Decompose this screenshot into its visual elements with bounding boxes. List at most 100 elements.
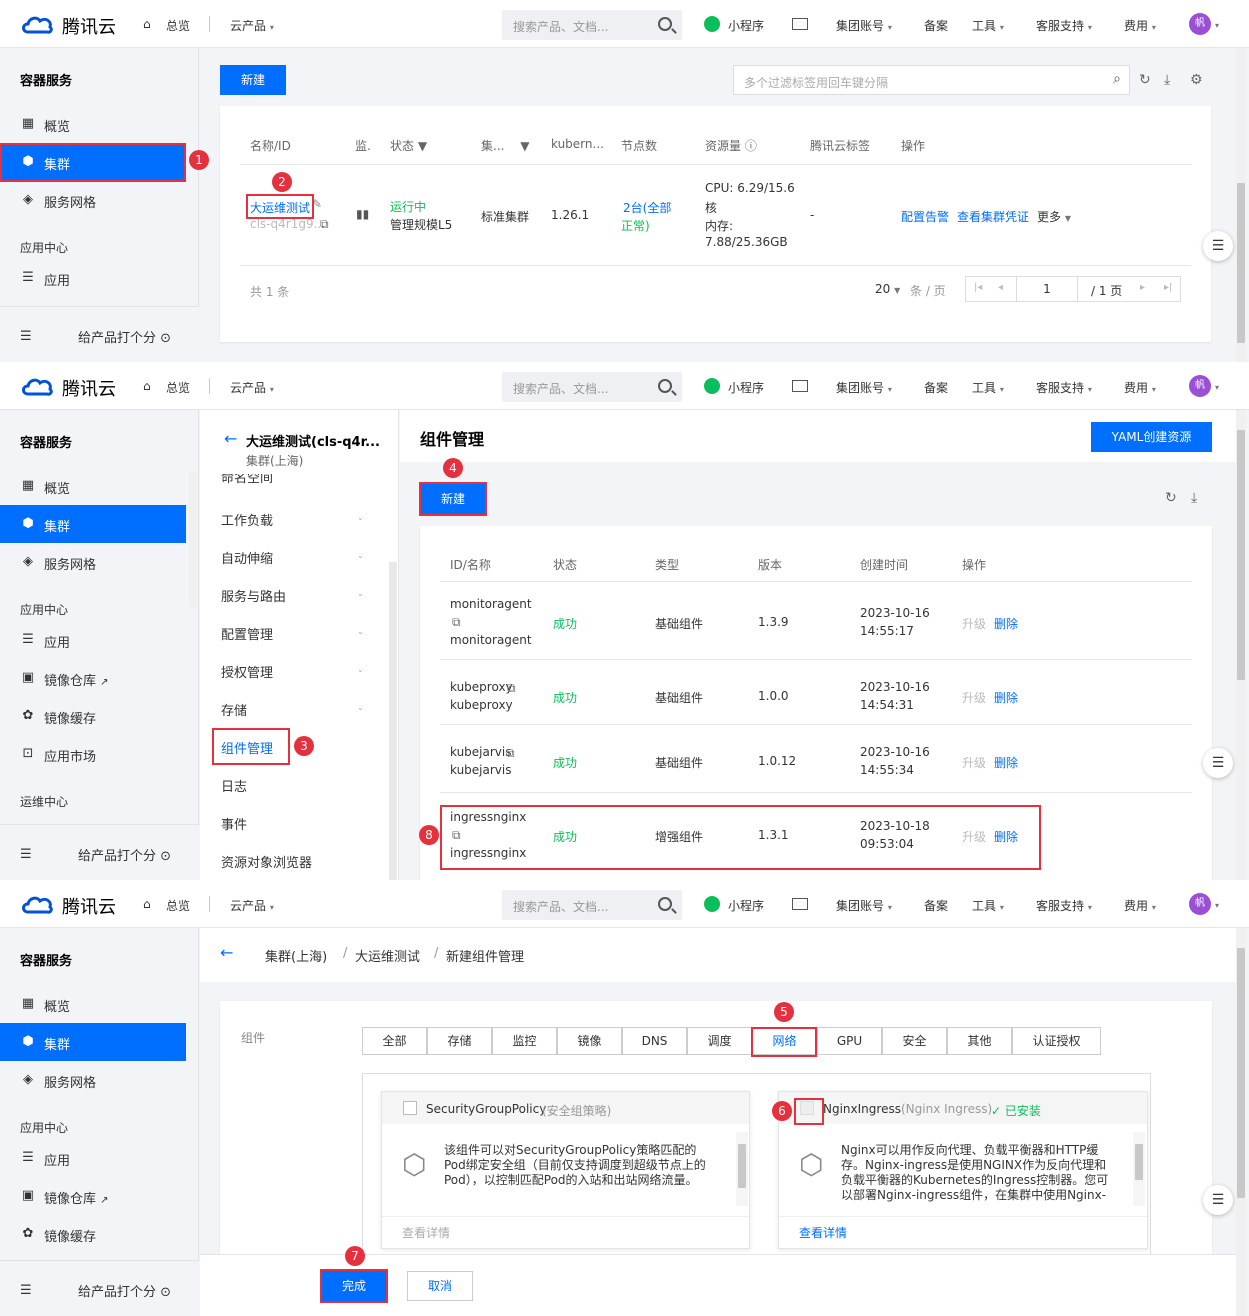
tab-storage[interactable]: 存储 [427, 1027, 492, 1055]
global-search-input[interactable]: 搜索产品、文档... [502, 372, 682, 402]
tab-dns[interactable]: DNS [622, 1027, 687, 1055]
sidebar-item-cluster[interactable]: ⬢ 集群 [0, 1023, 186, 1061]
scrollbar-thumb[interactable] [1237, 430, 1245, 680]
scrollbar-thumb[interactable] [1237, 948, 1245, 1198]
search-icon[interactable] [658, 17, 672, 31]
sidebar-item-overview[interactable]: ▦ 概览 [0, 985, 186, 1023]
sidebar-item-market[interactable]: ⊡ 应用市场 [0, 735, 186, 773]
col-header[interactable]: 状态 ▼ [390, 137, 427, 154]
sidebar-item-registry[interactable]: ▣ 镜像仓库 ↗ [0, 1177, 186, 1215]
scrollbar-thumb[interactable] [1237, 183, 1245, 343]
global-search-input[interactable]: 搜索产品、文档... [502, 10, 682, 40]
prev-page-icon[interactable]: ◂ [998, 282, 1003, 293]
sidebar-item-app[interactable]: ☰ 应用 [0, 1139, 186, 1177]
page-input[interactable]: 1 [1016, 277, 1078, 301]
back-arrow-icon[interactable]: ← [220, 943, 233, 962]
sidebar-item-registry[interactable]: ▣ 镜像仓库 ↗ [0, 659, 186, 697]
sidebar-item-mesh[interactable]: ◈ 服务网格 [0, 543, 186, 581]
collapse-menu-icon[interactable]: ☰ [20, 847, 32, 862]
nav-tools[interactable]: 工具 ▾ [972, 379, 1004, 396]
tab-security[interactable]: 安全 [882, 1027, 947, 1055]
feedback-link[interactable]: 给产品打个分 ⊙ [78, 845, 171, 864]
nav-miniapp[interactable]: 小程序 [728, 897, 764, 914]
download-icon[interactable]: ⤓ [1191, 490, 1197, 506]
sidebar-item-overview[interactable]: ▦ 概览 [0, 467, 186, 505]
search-icon[interactable]: ⌕ [1113, 71, 1121, 87]
view-credential-link[interactable]: 查看集群凭证 [957, 208, 1029, 225]
col-header[interactable]: 集... ▼ [481, 137, 530, 154]
tencent-cloud-logo-icon[interactable] [20, 12, 54, 36]
copy-icon[interactable]: ⧉ [452, 615, 461, 630]
sub-nav-scrollbar[interactable] [389, 562, 397, 880]
nav-miniapp[interactable]: 小程序 [728, 379, 764, 396]
delete-button[interactable]: 删除 [994, 615, 1018, 632]
float-menu-icon[interactable]: ☰ [1203, 1185, 1233, 1215]
sub-nav-item-authz[interactable]: 授权管理 [221, 662, 273, 681]
yaml-create-button[interactable]: YAML创建资源 [1091, 422, 1212, 452]
tab-schedule[interactable]: 调度 [687, 1027, 752, 1055]
info-icon[interactable]: ⓘ [745, 139, 757, 153]
avatar[interactable]: 帆 [1189, 375, 1211, 397]
tab-monitor[interactable]: 监控 [492, 1027, 557, 1055]
nav-overview[interactable]: 总览 [166, 379, 190, 396]
nav-group-account[interactable]: 集团账号 ▾ [836, 17, 892, 34]
refresh-icon[interactable]: ↻ [1165, 490, 1177, 506]
sub-nav-item-config[interactable]: 配置管理 [221, 624, 273, 643]
scrollbar-thumb[interactable] [1135, 1144, 1143, 1180]
sidebar-item-overview[interactable]: ▦ 概览 [0, 105, 186, 143]
nav-fees[interactable]: 费用 ▾ [1124, 379, 1156, 396]
tencent-cloud-logo-icon[interactable] [20, 374, 54, 398]
back-arrow-icon[interactable]: ← [224, 429, 237, 448]
miniapp-icon[interactable] [704, 896, 720, 912]
home-icon[interactable]: ⌂ [143, 379, 151, 393]
sub-nav-item-events[interactable]: 事件 [221, 814, 247, 833]
brand-name[interactable]: 腾讯云 [62, 375, 116, 401]
sidebar-item-cluster[interactable]: ⬢ 集群 [0, 505, 186, 543]
mail-icon[interactable] [792, 898, 808, 910]
miniapp-icon[interactable] [704, 16, 720, 32]
sidebar-item-app[interactable]: ☰ 应用 [0, 259, 186, 297]
sidebar-item-mesh[interactable]: ◈ 服务网格 [0, 1061, 186, 1099]
scrollbar[interactable] [1236, 928, 1246, 1316]
component-card-securitygrouppolicy[interactable]: SecurityGroupPolicy (安全组策略) ⬡ 该组件可以对Secu… [381, 1091, 750, 1249]
scrollbar-thumb[interactable] [738, 1144, 746, 1188]
last-page-icon[interactable]: ▸| [1164, 282, 1172, 293]
first-page-icon[interactable]: |◂ [974, 282, 982, 293]
component-checkbox[interactable] [403, 1101, 417, 1115]
sidebar-item-mesh[interactable]: ◈ 服务网格 [0, 181, 186, 219]
nav-miniapp[interactable]: 小程序 [728, 17, 764, 34]
upgrade-button[interactable]: 升级 [962, 754, 986, 771]
nav-support[interactable]: 客服支持 ▾ [1036, 379, 1092, 396]
tab-image[interactable]: 镜像 [557, 1027, 622, 1055]
config-alarm-link[interactable]: 配置告警 [901, 208, 949, 225]
nav-products[interactable]: 云产品 ▾ [230, 897, 274, 914]
collapse-menu-icon[interactable]: ☰ [20, 1283, 32, 1298]
cancel-button[interactable]: 取消 [407, 1271, 473, 1301]
mail-icon[interactable] [792, 380, 808, 392]
nav-fees[interactable]: 费用 ▾ [1124, 897, 1156, 914]
filter-input[interactable]: 多个过滤标签用回车键分隔 ⌕ [733, 65, 1130, 95]
next-page-icon[interactable]: ▸ [1140, 282, 1145, 293]
delete-button[interactable]: 删除 [994, 754, 1018, 771]
sub-nav-item-namespace[interactable]: 命名空间 [221, 474, 371, 485]
nav-support[interactable]: 客服支持 ▾ [1036, 897, 1092, 914]
sidebar-scrollbar[interactable] [189, 472, 197, 607]
chevron-down-icon[interactable]: ▾ [1215, 17, 1219, 31]
upgrade-button[interactable]: 升级 [962, 615, 986, 632]
copy-icon[interactable]: ⧉ [506, 746, 515, 761]
delete-button[interactable]: 删除 [994, 689, 1018, 706]
more-dropdown[interactable]: 更多 ▼ [1037, 208, 1071, 225]
feedback-link[interactable]: 给产品打个分 ⊙ [78, 327, 171, 346]
upgrade-button[interactable]: 升级 [962, 689, 986, 706]
download-icon[interactable]: ⤓ [1164, 72, 1170, 88]
nav-group-account[interactable]: 集团账号 ▾ [836, 897, 892, 914]
tencent-cloud-logo-icon[interactable] [20, 892, 54, 916]
monitor-chart-icon[interactable]: ▮▮ [356, 207, 369, 221]
float-menu-icon[interactable]: ☰ [1203, 231, 1233, 261]
sub-nav-item-logs[interactable]: 日志 [221, 776, 247, 795]
scrollbar[interactable] [1236, 48, 1246, 362]
sub-nav-item-service[interactable]: 服务与路由 [221, 586, 286, 605]
breadcrumb-item[interactable]: 大运维测试 [355, 946, 420, 965]
home-icon[interactable]: ⌂ [143, 17, 151, 31]
page-size-select[interactable]: 20 ▼ [875, 282, 900, 296]
